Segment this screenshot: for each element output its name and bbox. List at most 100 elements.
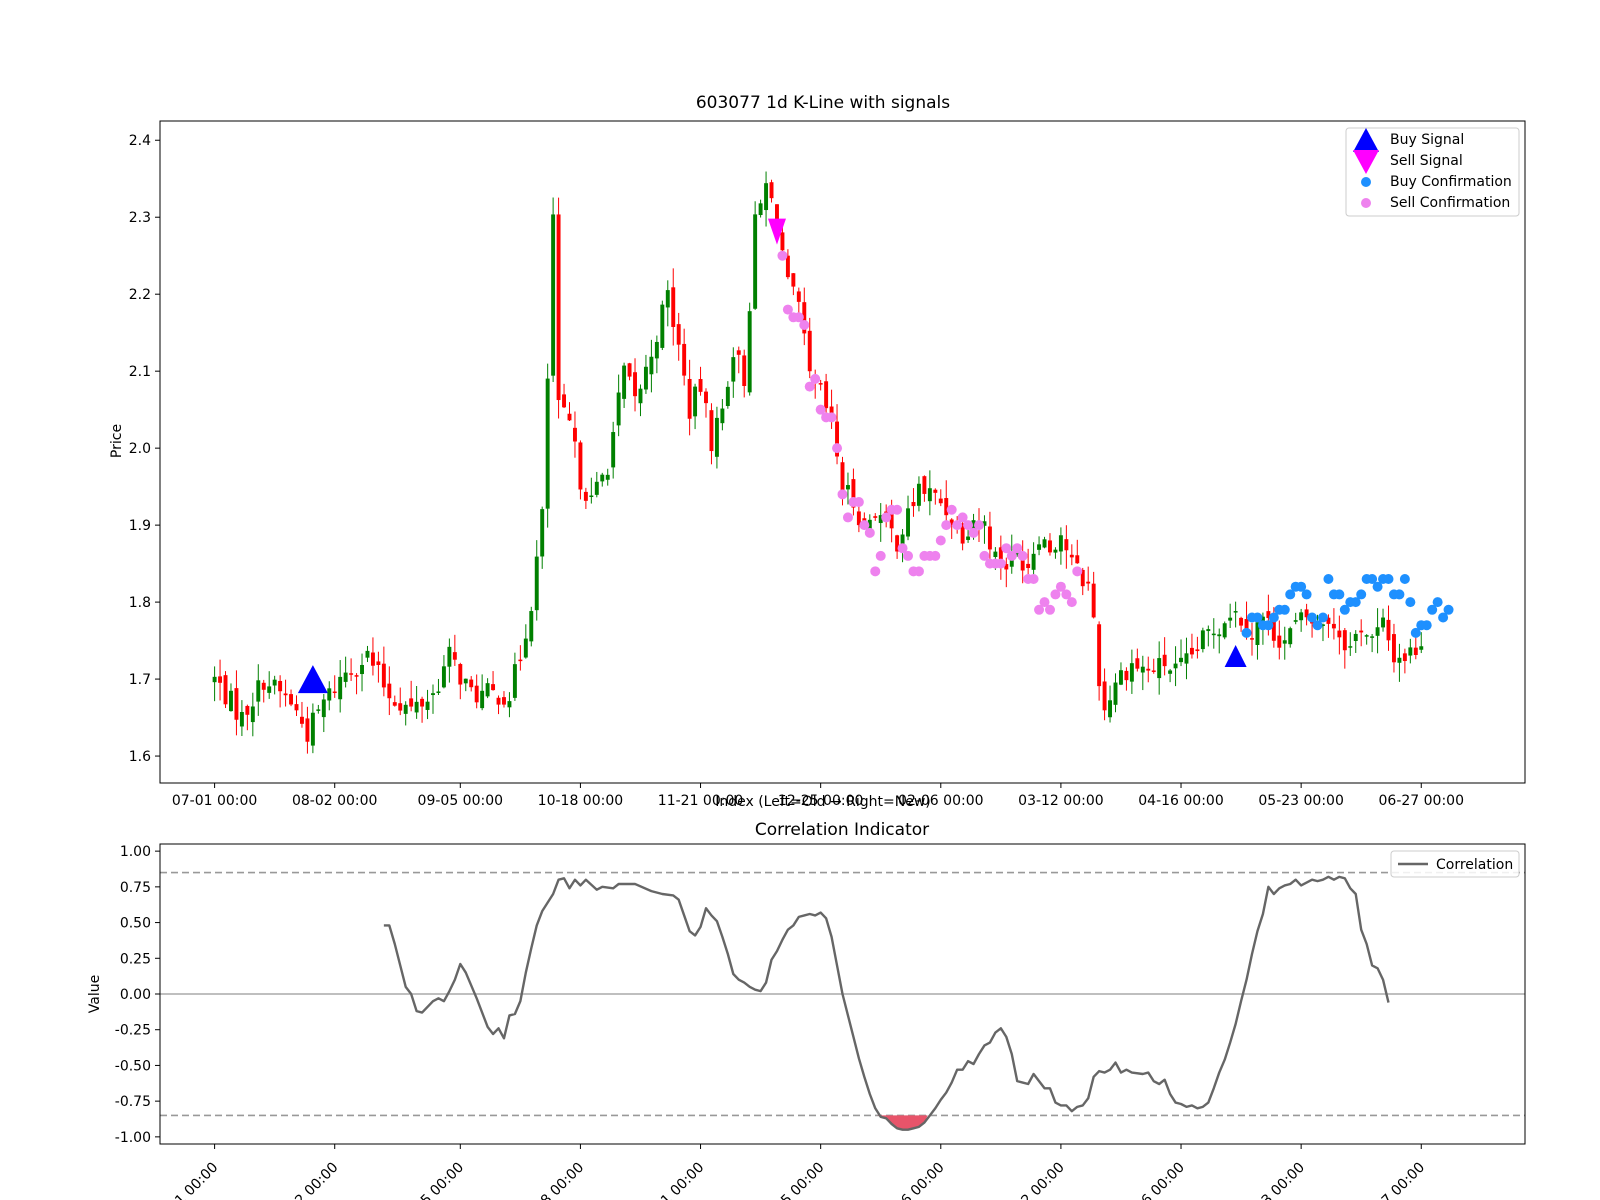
candle-body bbox=[807, 330, 812, 372]
candle-body bbox=[370, 652, 375, 666]
candle-body bbox=[671, 287, 676, 327]
kline-x-tick-label: 02-06 00:00 bbox=[898, 793, 983, 809]
kline-y-tick-label: 2.2 bbox=[129, 287, 151, 303]
legend-sell-confirmation: Sell Confirmation bbox=[1390, 195, 1510, 211]
kline-title: 603077 1d K-Line with signals bbox=[696, 93, 950, 113]
sell-confirmation-point bbox=[870, 566, 881, 577]
candle-body bbox=[611, 432, 616, 468]
sell-confirmation-point bbox=[810, 373, 821, 384]
candle-body bbox=[736, 350, 741, 355]
legend-correlation: Correlation bbox=[1436, 857, 1513, 873]
kline-x-tick-label: 08-02 00:00 bbox=[292, 793, 377, 809]
candle-body bbox=[1206, 629, 1211, 632]
buy-confirmation-point bbox=[1334, 589, 1345, 600]
candle-body bbox=[343, 672, 348, 682]
candle-body bbox=[840, 462, 845, 491]
sell-confirmation-point bbox=[946, 504, 957, 515]
correlation-panel: Correlation Indicator Value -1.00 -0.75 -0… bbox=[87, 820, 1526, 1200]
kline-y-tick-label: 2.0 bbox=[129, 441, 151, 457]
kline-panel: 603077 1d K-Line with signals Price Inde… bbox=[109, 93, 1526, 810]
sell-confirmation-point bbox=[913, 566, 924, 577]
candle-body bbox=[431, 693, 435, 696]
sell-confirmation-point bbox=[941, 520, 952, 531]
candle-body bbox=[1026, 563, 1031, 569]
candle-body bbox=[1250, 638, 1254, 640]
candle-body bbox=[305, 718, 310, 742]
legend-sell-signal: Sell Signal bbox=[1390, 153, 1463, 169]
sell-confirmation-point bbox=[1044, 604, 1055, 615]
candle-body bbox=[654, 341, 659, 359]
sell-confirmation-point bbox=[799, 319, 810, 330]
candle-body bbox=[1386, 619, 1391, 641]
candle-body bbox=[753, 214, 758, 309]
candle-body bbox=[687, 378, 692, 419]
candle-body bbox=[474, 685, 479, 703]
correlation-y-tick-label: 0.00 bbox=[120, 987, 151, 1003]
candle-body bbox=[556, 214, 561, 401]
candle-body bbox=[1113, 682, 1118, 705]
candle-body bbox=[1140, 666, 1145, 673]
candle-body bbox=[1058, 535, 1063, 552]
candle-body bbox=[627, 363, 632, 377]
correlation-y-axis-label: Value bbox=[87, 975, 103, 1013]
candle-body bbox=[665, 290, 670, 308]
candle-body bbox=[731, 357, 736, 382]
candle-body bbox=[693, 386, 698, 417]
buy-confirmation-point bbox=[1421, 620, 1432, 631]
kline-x-tick-label: 11-21 00:00 bbox=[658, 793, 743, 809]
correlation-x-tick-label: 11-21 00:00 bbox=[636, 1160, 708, 1200]
candle-body bbox=[796, 291, 801, 302]
candle-body bbox=[376, 661, 381, 665]
correlation-x-tick-label: 06-27 00:00 bbox=[1356, 1160, 1428, 1200]
candle-body bbox=[1200, 630, 1205, 650]
candle-body bbox=[1069, 554, 1074, 558]
candle-body bbox=[218, 676, 223, 683]
correlation-title: Correlation Indicator bbox=[755, 820, 929, 840]
candle-body bbox=[720, 408, 725, 424]
candle-body bbox=[791, 273, 796, 287]
correlation-y-tick-label: 1.00 bbox=[120, 844, 151, 860]
candle-body bbox=[327, 688, 332, 701]
kline-confirmations bbox=[777, 250, 1454, 638]
candle-body bbox=[1222, 623, 1227, 638]
candle-body bbox=[354, 675, 359, 677]
candle-body bbox=[420, 698, 425, 707]
candle-body bbox=[600, 474, 605, 482]
candle-body bbox=[725, 386, 730, 407]
buy-confirmation-point bbox=[1383, 574, 1394, 585]
candle-body bbox=[1064, 539, 1069, 551]
candle-body bbox=[261, 682, 266, 690]
candle-body bbox=[551, 214, 556, 376]
candle-body bbox=[381, 663, 386, 688]
buy-signal-marker bbox=[297, 665, 328, 694]
candle-body bbox=[403, 704, 408, 714]
candle-body bbox=[1108, 700, 1113, 718]
candle-body bbox=[1408, 647, 1413, 656]
candle-body bbox=[873, 516, 878, 518]
candle-body bbox=[638, 388, 643, 404]
buy-confirmation-point bbox=[1399, 574, 1410, 585]
candle-body bbox=[1381, 617, 1386, 628]
candle-body bbox=[316, 709, 321, 711]
candle-body bbox=[1288, 628, 1293, 645]
candle-body bbox=[922, 476, 927, 494]
candle-body bbox=[1086, 581, 1091, 584]
sell-confirmation-point bbox=[1072, 566, 1083, 577]
candle-body bbox=[633, 372, 637, 397]
sell-confirmation-point bbox=[832, 443, 843, 454]
candle-body bbox=[1075, 555, 1080, 564]
candle-body bbox=[272, 679, 277, 686]
candle-body bbox=[387, 683, 392, 699]
candle-body bbox=[589, 495, 594, 498]
correlation-x-tick-label: 04-16 00:00 bbox=[1116, 1160, 1188, 1200]
candle-body bbox=[676, 324, 681, 345]
candle-body bbox=[1217, 634, 1222, 637]
candle-body bbox=[1184, 653, 1189, 664]
correlation-x-tick-label: 08-02 00:00 bbox=[270, 1160, 342, 1200]
correlation-y-tick-label: 0.25 bbox=[120, 951, 151, 967]
candle-body bbox=[987, 526, 992, 550]
buy-confirmation-point bbox=[1317, 612, 1328, 623]
correlation-x-tick-label: 09-05 00:00 bbox=[395, 1160, 467, 1200]
candle-body bbox=[906, 508, 910, 537]
correlation-y-tick-label: -0.25 bbox=[115, 1023, 151, 1039]
